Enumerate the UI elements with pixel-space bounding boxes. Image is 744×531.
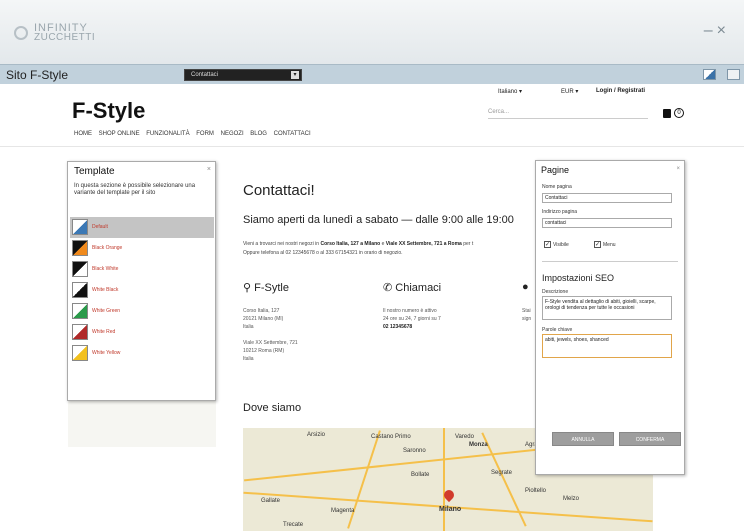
site-toolbar: Sito F-Style Contattaci ▾ — [0, 64, 744, 84]
nav-shop[interactable]: SHOP ONLINE — [99, 131, 140, 137]
intro-text: Vieni a trovarci nei nostri negozi in Co… — [243, 241, 474, 256]
template-item-white-yellow[interactable]: White Yellow — [70, 343, 214, 364]
window-controls[interactable]: –× — [704, 22, 730, 40]
site-title: Sito F-Style — [6, 68, 69, 82]
map-label: Bollate — [411, 472, 430, 478]
page-address-label: Indirizzo pagina — [542, 209, 578, 215]
template-icon[interactable] — [703, 69, 716, 80]
map-label: Milano — [439, 506, 462, 513]
swatch-icon — [72, 240, 88, 256]
map-label: Saronno — [403, 448, 426, 454]
page-select[interactable]: Contattaci ▾ — [184, 69, 302, 81]
phone-icon: ✆ — [383, 282, 393, 294]
close-icon[interactable]: × — [207, 166, 211, 173]
pages-panel-title: Pagine — [541, 165, 570, 175]
template-item-white-red[interactable]: White Red — [70, 322, 214, 343]
keywords-label: Parole chiave — [542, 327, 573, 333]
close-icon[interactable]: × — [676, 166, 680, 172]
divider — [542, 261, 678, 262]
site-nav: HOME SHOP ONLINE FUNZIONALITÀ FORM NEGOZ… — [74, 131, 316, 137]
template-description: In questa sezione è possibile selezionar… — [74, 183, 196, 196]
description-textarea[interactable]: F-Style vendita al dettaglio di abiti, g… — [542, 296, 672, 320]
map-label: Melzo — [563, 496, 580, 502]
login-link[interactable]: Login / Registrati — [596, 88, 645, 94]
menu-checkbox[interactable]: ✓ Menu — [594, 241, 616, 248]
map-label: Trecate — [283, 522, 304, 528]
nav-home[interactable]: HOME — [74, 131, 92, 137]
nav-negozi[interactable]: NEGOZI — [221, 131, 244, 137]
site-header: F-Style HOME SHOP ONLINE FUNZIONALITÀ FO… — [0, 84, 744, 147]
checkmark-icon: ✓ — [544, 241, 551, 248]
nav-contattaci[interactable]: CONTATTACI — [274, 131, 311, 137]
template-item-default[interactable]: Default — [70, 217, 214, 238]
swatch-icon — [72, 324, 88, 340]
cancel-button[interactable]: ANNULLA — [552, 432, 614, 446]
swatch-icon — [72, 219, 88, 235]
page-address-input[interactable]: contattaci — [542, 218, 672, 228]
swatch-icon — [72, 282, 88, 298]
map-label: Arsizio — [307, 432, 326, 438]
pages-panel: Pagine × Nome pagina Contattaci Indirizz… — [535, 160, 685, 475]
cart-count: 0 — [674, 108, 684, 118]
call-heading: ✆ Chiamaci — [383, 282, 442, 294]
language-select[interactable]: Italiano ▾ — [498, 88, 522, 95]
nav-form[interactable]: FORM — [196, 131, 214, 137]
map-label: Monza — [469, 442, 488, 448]
page-icon[interactable] — [727, 69, 740, 80]
chat-heading: ● — [522, 281, 529, 293]
opening-hours: Siamo aperti da lunedì a sabato — dalle … — [243, 214, 514, 226]
location-pin-icon: ⚲ — [243, 282, 252, 294]
map-label: Magenta — [331, 508, 355, 514]
description-label: Descrizione — [542, 289, 569, 295]
search-input[interactable]: Cerca... — [488, 109, 648, 119]
template-item-white-green[interactable]: White Green — [70, 301, 214, 322]
store-heading: ⚲ F-Sytle — [243, 282, 289, 294]
checkmark-icon: ✓ — [594, 241, 601, 248]
currency-select[interactable]: EUR ▾ — [561, 88, 578, 95]
store-address: Corso Italia, 127 20121 Milano (MI) Ital… — [243, 308, 298, 362]
template-panel-title: Template — [74, 166, 115, 177]
map-label: Pioltello — [525, 488, 547, 494]
visible-checkbox[interactable]: ✓ Visibile — [544, 241, 569, 248]
page-name-label: Nome pagina — [542, 184, 572, 190]
map-label: Gallate — [261, 498, 281, 504]
swatch-icon — [72, 261, 88, 277]
chevron-down-icon: ▾ — [291, 71, 299, 79]
template-item-white-black[interactable]: White Black — [70, 280, 214, 301]
template-panel: Template × In questa sezione è possibile… — [67, 161, 216, 401]
page-title: Contattaci! — [243, 182, 315, 199]
map-label: Segrate — [491, 470, 513, 476]
map-label: Varedo — [455, 434, 474, 440]
confirm-button[interactable]: CONFERMA — [619, 432, 681, 446]
nav-funzionalita[interactable]: FUNZIONALITÀ — [146, 131, 189, 137]
nav-blog[interactable]: BLOG — [250, 131, 267, 137]
map-label: Castano Primo — [371, 434, 411, 440]
swatch-icon — [72, 303, 88, 319]
swatch-icon — [72, 345, 88, 361]
chat-info: Stai sign — [522, 308, 532, 322]
template-item-black-orange[interactable]: Black Orange — [70, 238, 214, 259]
map-heading: Dove siamo — [243, 402, 302, 414]
app-header: INFINITY ZUCCHETTI –× — [0, 0, 744, 64]
cart-icon[interactable] — [663, 109, 671, 118]
keywords-textarea[interactable]: abiti, jewels, shoes, shanced — [542, 334, 672, 358]
seo-heading: Impostazioni SEO — [542, 273, 615, 283]
template-item-black-white[interactable]: Black White — [70, 259, 214, 280]
chat-icon: ● — [522, 281, 529, 293]
template-list: Default Black Orange Black White White B… — [70, 217, 214, 364]
logo-mark-icon — [14, 26, 28, 40]
infinity-zucchetti-logo: INFINITY ZUCCHETTI — [14, 23, 95, 43]
call-info: Il nostro numero è attivo 24 ore su 24, … — [383, 308, 441, 330]
site-brand[interactable]: F-Style — [72, 98, 145, 124]
page-name-input[interactable]: Contattaci — [542, 193, 672, 203]
